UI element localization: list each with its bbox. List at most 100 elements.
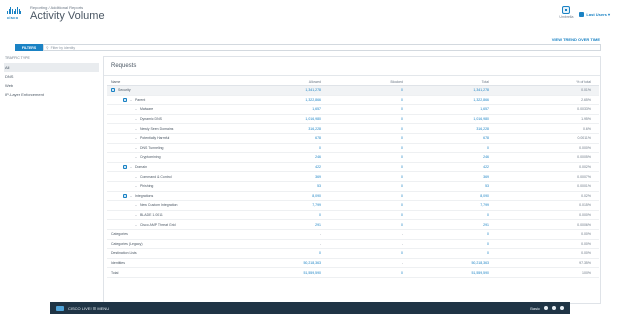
- table-row[interactable]: – New Custom Integration 7,799 0 7,799 0.015%: [107, 201, 599, 211]
- cell-total[interactable]: 1,016,980: [439, 117, 489, 121]
- add-icon[interactable]: [560, 306, 564, 310]
- table-row[interactable]: Identities 50,218,363 - 50,218,363 97.35%: [107, 259, 599, 269]
- cell-allowed[interactable]: 369: [271, 175, 321, 179]
- cell-blocked[interactable]: 0: [353, 203, 403, 207]
- cell-allowed[interactable]: 1,657: [271, 107, 321, 111]
- filters-button[interactable]: FILTERS: [15, 44, 43, 51]
- cell-blocked[interactable]: 0: [353, 88, 403, 92]
- header-allowed[interactable]: Allowed: [271, 80, 321, 84]
- table-row[interactable]: – Integrations 8,090 0 8,090 0.02%: [107, 192, 599, 202]
- cell-blocked[interactable]: 0: [353, 165, 403, 169]
- cell-allowed[interactable]: 291: [271, 223, 321, 227]
- cell-total[interactable]: 246: [439, 155, 489, 159]
- cell-blocked[interactable]: 0: [353, 136, 403, 140]
- expand-checkbox-icon[interactable]: [123, 97, 127, 102]
- cell-allowed[interactable]: 0: [271, 251, 321, 255]
- table-row[interactable]: – Cisco AMP Threat Grid 291 0 291 0.0006%: [107, 220, 599, 230]
- cell-total[interactable]: 678: [439, 136, 489, 140]
- cell-blocked[interactable]: 0: [353, 155, 403, 159]
- cell-blocked[interactable]: 0: [353, 184, 403, 188]
- cell-total[interactable]: 316,228: [439, 127, 489, 131]
- identity-filter-input[interactable]: ⚲ Filter by identity: [43, 44, 601, 51]
- cell-total[interactable]: 0: [439, 242, 489, 246]
- cell-allowed[interactable]: 678: [271, 136, 321, 140]
- cell-total[interactable]: 369: [439, 175, 489, 179]
- cell-total[interactable]: 0: [439, 146, 489, 150]
- cell-blocked[interactable]: 0: [353, 127, 403, 131]
- table-row[interactable]: – DNS Tunneling 0 0 0 0.000%: [107, 144, 599, 154]
- cell-allowed[interactable]: 53: [271, 184, 321, 188]
- table-row[interactable]: Destination Lists 0 0 0 0.00%: [107, 249, 599, 259]
- cell-allowed[interactable]: 422: [271, 165, 321, 169]
- cell-allowed[interactable]: 0: [271, 213, 321, 217]
- table-row[interactable]: – Newly Seen Domains 316,228 0 316,228 0.6%: [107, 124, 599, 134]
- header-name[interactable]: Name: [111, 80, 120, 84]
- table-row[interactable]: – Malware 1,657 0 1,657 0.0033%: [107, 105, 599, 115]
- expand-checkbox-icon[interactable]: [123, 165, 127, 170]
- help-icon[interactable]: [544, 306, 548, 310]
- cell-total[interactable]: 291: [439, 223, 489, 227]
- cell-allowed[interactable]: 1,016,980: [271, 117, 321, 121]
- cell-total[interactable]: 53: [439, 184, 489, 188]
- cell-allowed[interactable]: 7,799: [271, 203, 321, 207]
- cell-total[interactable]: 1,322,866: [439, 98, 489, 102]
- table-row[interactable]: – Potentially Harmful 678 0 678 0.0011%: [107, 134, 599, 144]
- cell-allowed[interactable]: -: [271, 242, 321, 246]
- table-row[interactable]: Security 1,341,278 0 1,341,278 0.01%: [107, 86, 599, 96]
- cell-blocked[interactable]: 0: [353, 117, 403, 121]
- cell-total[interactable]: 1,657: [439, 107, 489, 111]
- cell-total[interactable]: 422: [439, 165, 489, 169]
- expand-checkbox-icon[interactable]: [123, 193, 127, 198]
- cell-blocked[interactable]: -: [353, 261, 403, 265]
- cell-allowed[interactable]: 1,322,866: [271, 98, 321, 102]
- table-row[interactable]: Total 51,559,590 0 51,559,590 100%: [107, 268, 599, 278]
- sidebar-item-all[interactable]: All: [4, 63, 99, 72]
- sidebar-item-dns[interactable]: DNS: [4, 72, 99, 81]
- cell-blocked[interactable]: 0: [353, 194, 403, 198]
- cell-blocked[interactable]: -: [353, 242, 403, 246]
- settings-icon[interactable]: [552, 306, 556, 310]
- cell-allowed[interactable]: 246: [271, 155, 321, 159]
- expand-checkbox-icon[interactable]: [111, 88, 115, 93]
- cell-total[interactable]: 0: [439, 232, 489, 236]
- cell-blocked[interactable]: 0: [353, 223, 403, 227]
- cell-total[interactable]: 8,090: [439, 194, 489, 198]
- cell-total[interactable]: 0: [439, 213, 489, 217]
- view-trend-link[interactable]: VIEW TREND OVER TIME: [552, 37, 600, 42]
- cell-blocked[interactable]: 0: [353, 251, 403, 255]
- taskbar-left-label[interactable]: CISCO LIVE! ☰ MENU: [68, 306, 109, 311]
- table-row[interactable]: – Cryptomining 246 0 246 0.0005%: [107, 153, 599, 163]
- sidebar-item-ip-layer[interactable]: IP-Layer Enforcement: [4, 90, 99, 99]
- header-pct[interactable]: % of total: [541, 80, 591, 84]
- header-blocked[interactable]: Blocked: [353, 80, 403, 84]
- cell-allowed[interactable]: 1,341,278: [271, 88, 321, 92]
- umbrella-button[interactable]: Umbrella: [559, 6, 573, 19]
- cell-total[interactable]: 0: [439, 251, 489, 255]
- cell-allowed[interactable]: 8,090: [271, 194, 321, 198]
- cell-blocked[interactable]: -: [353, 232, 403, 236]
- table-row[interactable]: – Phishing 53 0 53 0.0001%: [107, 182, 599, 192]
- cell-allowed[interactable]: 316,228: [271, 127, 321, 131]
- cell-allowed[interactable]: 0: [271, 146, 321, 150]
- cell-total[interactable]: 1,341,278: [439, 88, 489, 92]
- cell-total[interactable]: 51,559,590: [439, 271, 489, 275]
- table-row[interactable]: – Command & Control 369 0 369 0.0007%: [107, 172, 599, 182]
- table-row[interactable]: – Domain 422 0 422 0.002%: [107, 163, 599, 173]
- cell-allowed[interactable]: -: [271, 232, 321, 236]
- taskbar-right-label[interactable]: Basic: [530, 306, 540, 311]
- user-menu[interactable]: Last Users ▾: [579, 12, 610, 17]
- table-row[interactable]: – Parent 1,322,866 0 1,322,866 2.65%: [107, 96, 599, 106]
- cell-blocked[interactable]: 0: [353, 271, 403, 275]
- cell-total[interactable]: 7,799: [439, 203, 489, 207]
- table-row[interactable]: Categories (Legacy) - - 0 0.00%: [107, 240, 599, 250]
- table-row[interactable]: Categories - - 0 0.00%: [107, 230, 599, 240]
- cell-allowed[interactable]: 51,559,590: [271, 271, 321, 275]
- header-total[interactable]: Total: [439, 80, 489, 84]
- cell-total[interactable]: 50,218,363: [439, 261, 489, 265]
- cell-blocked[interactable]: 0: [353, 175, 403, 179]
- cell-blocked[interactable]: 0: [353, 213, 403, 217]
- cell-allowed[interactable]: 50,218,363: [271, 261, 321, 265]
- sidebar-item-web[interactable]: Web: [4, 81, 99, 90]
- cell-blocked[interactable]: 0: [353, 98, 403, 102]
- table-row[interactable]: – Dynamic DNS 1,016,980 0 1,016,980 1.95%: [107, 115, 599, 125]
